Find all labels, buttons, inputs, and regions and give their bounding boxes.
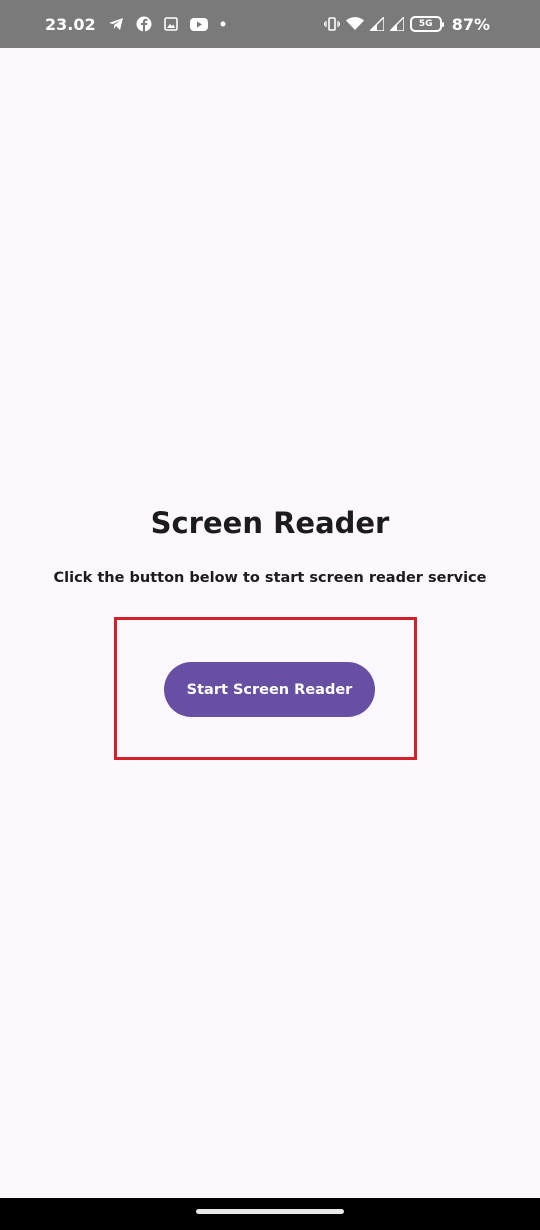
dot-icon — [220, 21, 226, 27]
status-bar: 23.02 5G 87% — [0, 0, 540, 48]
gallery-icon — [163, 17, 178, 31]
telegram-icon — [108, 17, 124, 31]
main-content: Screen Reader Click the button below to … — [0, 48, 540, 1198]
navigation-bar — [0, 1198, 540, 1230]
facebook-icon — [136, 16, 152, 32]
page-title: Screen Reader — [150, 506, 390, 540]
battery-percent: 87% — [451, 14, 490, 34]
page-subtitle: Click the button below to start screen r… — [53, 570, 487, 586]
clock: 23.02 — [45, 14, 96, 34]
battery-icon: 5G — [409, 16, 444, 32]
signal-icon — [369, 17, 384, 31]
status-bar-right: 5G 87% — [323, 0, 490, 48]
vibrate-icon — [323, 17, 340, 31]
signal-icon — [389, 17, 404, 31]
wifi-icon — [345, 17, 364, 31]
youtube-icon — [189, 17, 208, 31]
start-screen-reader-button[interactable]: Start Screen Reader — [164, 662, 375, 717]
battery-label: 5G — [418, 19, 433, 29]
status-bar-left: 23.02 — [45, 15, 226, 34]
home-indicator[interactable] — [196, 1209, 344, 1214]
